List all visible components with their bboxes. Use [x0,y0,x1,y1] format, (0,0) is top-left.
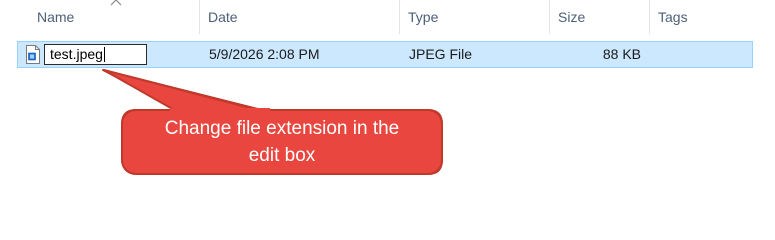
column-header-size[interactable]: Size [550,0,650,34]
rename-edit-box[interactable]: test.jpeg [44,44,147,65]
column-header-row: Name Date Type Size Tags [0,0,775,34]
file-type-cell: JPEG File [409,46,473,62]
callout-text: Change file extension in the edit box [125,115,439,169]
callout-line-2: edit box [248,145,316,166]
file-date-cell: 5/9/2026 2:08 PM [209,46,320,62]
file-explorer-view: Name Date Type Size Tags test.jpeg 5/9/2… [0,0,775,202]
text-caret [103,47,105,62]
column-header-date[interactable]: Date [200,0,400,34]
rename-edit-value: test.jpeg [50,46,103,62]
image-file-icon [26,45,40,64]
column-header-tags[interactable]: Tags [650,0,755,34]
file-row-selected[interactable]: test.jpeg 5/9/2026 2:08 PM JPEG File 88 … [17,41,753,68]
column-header-name[interactable]: Name [29,0,200,34]
column-header-type[interactable]: Type [400,0,550,34]
file-size-cell: 88 KB [602,46,641,62]
callout-joint [170,108,270,114]
callout-pointer [103,69,263,112]
callout-line-1: Change file extension in the [164,118,400,139]
